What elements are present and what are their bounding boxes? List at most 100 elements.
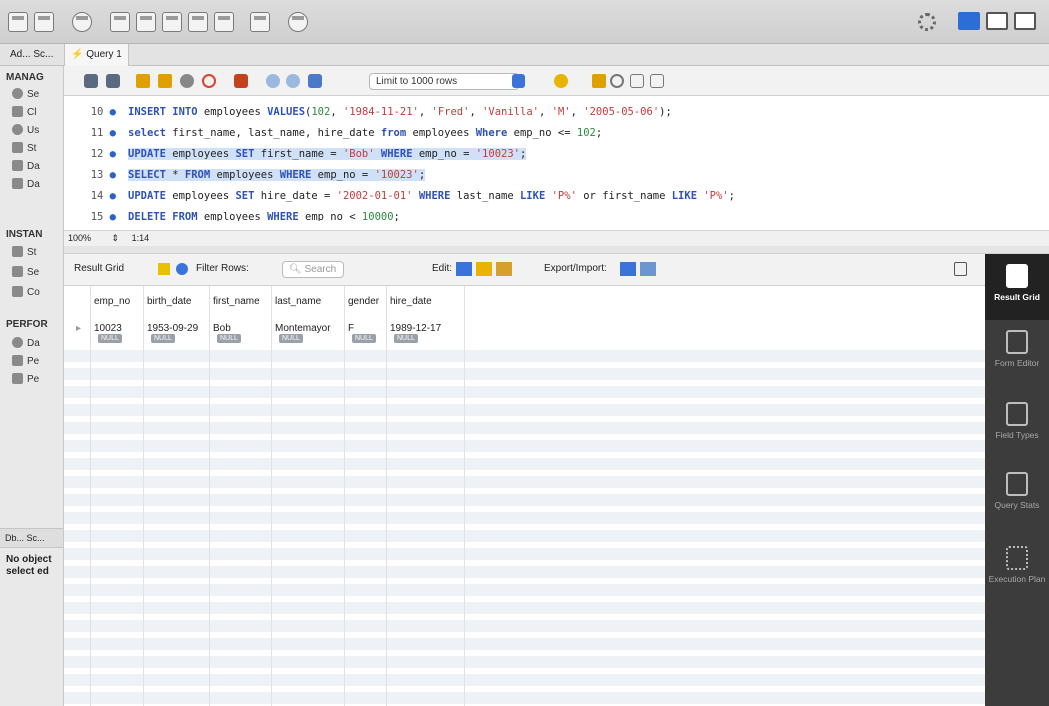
empty-row — [64, 404, 985, 416]
beautify-icon[interactable] — [592, 74, 606, 88]
execute-current-lightning-icon[interactable] — [158, 74, 172, 88]
column-divider — [271, 286, 272, 706]
code-line-14[interactable]: 14 ● UPDATE employees SET hire_date = '20… — [64, 186, 1049, 207]
open-file-icon[interactable] — [84, 74, 98, 88]
field-types-view-button[interactable]: Field Types — [985, 402, 1049, 440]
column-header-gender[interactable]: gender — [344, 293, 379, 310]
sidebar-item-status-variables[interactable]: St — [12, 142, 36, 154]
result-toolbar: Result Grid Filter Rows: 🔍︎ Search Edit:… — [64, 254, 985, 286]
preferences-gear-icon[interactable] — [918, 13, 936, 31]
editor-status-bar: 100% ⇕ 1:14 — [64, 230, 1049, 246]
empty-row — [64, 476, 985, 488]
column-header-emp-no[interactable]: emp_no — [90, 293, 130, 310]
stop-icon[interactable] — [202, 74, 216, 88]
form-editor-view-button[interactable]: Form Editor — [985, 330, 1049, 368]
tab-admin-schemas[interactable]: Ad... Sc... — [4, 44, 59, 66]
code-line-11[interactable]: 11 ● select first_name, last_name, hire_d… — [64, 123, 1049, 144]
search-table-data-icon[interactable] — [250, 12, 270, 32]
toggle-secondary-sidebar-icon[interactable] — [1014, 12, 1036, 30]
new-row[interactable]: NULL NULL NULL NULL NULL NULL — [64, 334, 985, 346]
empty-row — [64, 656, 985, 668]
limit-dropdown-icon[interactable] — [512, 74, 525, 88]
startup-icon — [12, 246, 23, 257]
execute-lightning-icon[interactable] — [136, 74, 150, 88]
new-sql-tab-icon[interactable] — [8, 12, 28, 32]
result-grid: emp_no birth_date first_name last_name g… — [64, 286, 985, 706]
sidebar-item-client-connections[interactable]: Cl — [12, 106, 36, 118]
zoom-stepper-icon[interactable]: ⇕ — [112, 233, 120, 243]
column-header-first-name[interactable]: first_name — [209, 293, 260, 310]
column-header-last-name[interactable]: last_name — [271, 293, 321, 310]
sidebar-item-server-status[interactable]: Se — [12, 88, 39, 100]
invisible-chars-icon[interactable] — [630, 74, 644, 88]
code-line-13[interactable]: 13 ● SELECT * FROM employees WHERE emp_no… — [64, 165, 1049, 186]
toggle-error-icon[interactable] — [234, 74, 248, 88]
sidebar-item-data-export[interactable]: Da — [12, 160, 40, 172]
toggle-output-icon[interactable] — [986, 12, 1008, 30]
open-sql-script-icon[interactable] — [34, 12, 54, 32]
create-function-icon[interactable] — [214, 12, 234, 32]
filter-search-input[interactable]: 🔍︎ Search — [282, 261, 344, 278]
import-icon[interactable] — [640, 262, 656, 276]
db-schema-tab[interactable]: Db... Sc... — [0, 528, 63, 548]
sidebar-item-startup[interactable]: St — [12, 246, 36, 258]
zoom-level[interactable]: 100% — [68, 233, 91, 243]
dashboard-icon — [12, 337, 23, 348]
result-view-panel: Result Grid Form Editor Field Types Quer… — [985, 254, 1049, 706]
line-number: 15 — [90, 211, 104, 221]
add-snippet-star-icon[interactable] — [554, 74, 568, 88]
server-logs-icon — [12, 266, 23, 277]
line-number: 11 — [90, 127, 104, 139]
sidebar-item-performance-reports[interactable]: Pe — [12, 355, 39, 367]
commit-icon[interactable] — [266, 74, 280, 88]
create-procedure-icon[interactable] — [188, 12, 208, 32]
code-line-12[interactable]: 12 ● UPDATE employees SET first_name = 'B… — [64, 144, 1049, 165]
export-import-label: Export/Import: — [544, 263, 607, 274]
result-grid-view-button[interactable]: Result Grid — [985, 254, 1049, 320]
execution-plan-view-button[interactable]: Execution Plan — [985, 546, 1049, 584]
query-stats-view-button[interactable]: Query Stats — [985, 472, 1049, 510]
inspector-icon[interactable] — [72, 12, 92, 32]
sidebar-item-dashboard[interactable]: Da — [12, 337, 40, 349]
null-badge: NULL — [279, 334, 303, 343]
null-badge: NULL — [217, 334, 241, 343]
sidebar-item-users[interactable]: Us — [12, 124, 39, 136]
empty-row — [64, 494, 985, 506]
empty-row — [64, 512, 985, 524]
export-icon[interactable] — [620, 262, 636, 276]
column-header-birth-date[interactable]: birth_date — [143, 293, 191, 310]
create-schema-icon[interactable] — [110, 12, 130, 32]
sidebar-item-data-import[interactable]: Da — [12, 178, 40, 190]
empty-row — [64, 584, 985, 596]
code-line-15[interactable]: 15 ● DELETE FROM employees WHERE emp_no <… — [64, 207, 1049, 221]
create-view-icon[interactable] — [162, 12, 182, 32]
tab-query-1[interactable]: ⚡ Query 1 — [64, 44, 129, 66]
save-icon[interactable] — [106, 74, 120, 88]
explain-icon[interactable] — [180, 74, 194, 88]
reconnect-icon[interactable] — [288, 12, 308, 32]
editor-results-splitter[interactable] — [64, 246, 1049, 254]
code-line-10[interactable]: 10 ● INSERT INTO employees VALUES(102, '1… — [64, 102, 1049, 123]
sidebar-item-server-logs[interactable]: Se — [12, 266, 39, 278]
delete-row-icon[interactable] — [496, 262, 512, 276]
toggle-sidebar-icon[interactable] — [958, 12, 980, 30]
tab-label: Query 1 — [86, 49, 122, 60]
rollback-icon[interactable] — [286, 74, 300, 88]
edit-cell-icon[interactable] — [456, 262, 472, 276]
column-divider — [344, 286, 345, 706]
toggle-wrap-panel-icon[interactable] — [954, 262, 967, 276]
field-types-icon — [1006, 402, 1028, 426]
sidebar-item-performance-schema[interactable]: Pe — [12, 373, 39, 385]
limit-rows-select[interactable]: Limit to 1000 rows — [369, 73, 519, 90]
autocommit-icon[interactable] — [308, 74, 322, 88]
sidebar-item-options-file[interactable]: Co — [12, 286, 40, 298]
wrap-lines-icon[interactable] — [650, 74, 664, 88]
column-header-hire-date[interactable]: hire_date — [386, 293, 432, 310]
create-table-icon[interactable] — [136, 12, 156, 32]
insert-row-icon[interactable] — [476, 262, 492, 276]
find-search-icon[interactable] — [610, 74, 624, 88]
performance-reports-icon — [12, 355, 23, 366]
edit-label: Edit: — [432, 263, 453, 274]
refresh-icon[interactable] — [176, 263, 188, 275]
grid-view-icon[interactable] — [158, 263, 170, 275]
